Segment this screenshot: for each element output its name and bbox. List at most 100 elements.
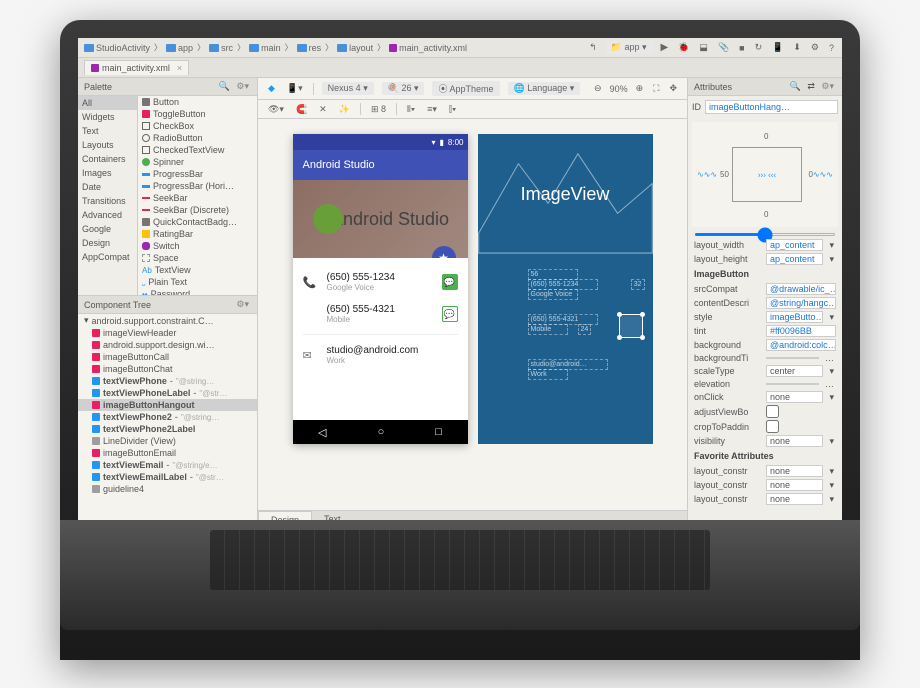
widget-seekbar-discrete[interactable]: SeekBar (Discrete) — [138, 204, 257, 216]
breadcrumb-item[interactable]: main_activity.xml — [389, 43, 467, 53]
header-image[interactable]: Android Studio ★ — [293, 180, 468, 258]
device-select[interactable]: Nexus 4 ▾ — [322, 82, 374, 95]
tree-item[interactable]: LineDivider (View) — [78, 435, 257, 447]
palette-cat-containers[interactable]: Containers — [78, 152, 137, 166]
api-select[interactable]: 🍭 26 ▾ — [382, 82, 425, 95]
fit-icon[interactable]: ⛶ — [651, 83, 661, 94]
margin-left[interactable]: 50 — [720, 170, 729, 179]
gear-icon[interactable]: ⚙▾ — [234, 299, 251, 310]
palette-cat-text[interactable]: Text — [78, 124, 137, 138]
tree-item[interactable]: android.support.design.wi… — [78, 339, 257, 351]
widget-radiobutton[interactable]: RadioButton — [138, 132, 257, 144]
tree-item[interactable]: imageButtonChat — [78, 363, 257, 375]
margin-bottom[interactable]: 0 — [764, 210, 768, 219]
zoom-out-icon[interactable]: ⊖ — [592, 83, 604, 94]
attr-checkbox[interactable] — [766, 405, 779, 418]
back-icon[interactable]: ◁ — [318, 426, 326, 439]
palette-cat-design[interactable]: Design — [78, 236, 137, 250]
guideline-icon[interactable]: ⫿▾ — [447, 104, 458, 115]
design-canvas[interactable]: ▾▮8:00 Android Studio Android Studio ★ 📞… — [258, 119, 687, 510]
sync-icon[interactable]: ↻ — [753, 42, 765, 53]
widget-seekbar[interactable]: SeekBar — [138, 192, 257, 204]
attr-value[interactable]: none — [766, 465, 823, 477]
breadcrumb-item[interactable]: StudioActivity — [84, 43, 150, 53]
tree-item[interactable]: textViewPhone2Label — [78, 423, 257, 435]
attr-value[interactable]: none — [766, 435, 823, 447]
infer-icon[interactable]: ✨ — [337, 104, 352, 115]
run-config-select[interactable]: 📁 app ▾ — [605, 41, 653, 54]
tree-item[interactable]: textViewPhoneLabel - "@str… — [78, 387, 257, 399]
attr-value[interactable]: none — [766, 479, 823, 491]
pack-icon[interactable]: ⫴▾ — [405, 104, 417, 115]
attr-value[interactable]: center — [766, 365, 823, 377]
attr-value[interactable]: ap_content — [766, 253, 823, 265]
default-margin-icon[interactable]: ⊞ 8 — [369, 104, 388, 115]
recents-icon[interactable]: □ — [435, 426, 442, 438]
breadcrumb-item[interactable]: main — [249, 43, 281, 53]
palette-cat-advanced[interactable]: Advanced — [78, 208, 137, 222]
attr-value[interactable]: ap_content — [766, 239, 823, 251]
attr-value[interactable]: imageButto… — [766, 311, 823, 323]
attr-value[interactable]: @android:colc… — [766, 339, 836, 351]
blueprint-view[interactable]: ImageView 56 (650) 555-1234 Google Voice… — [478, 134, 653, 444]
chat-button[interactable]: 💬 — [442, 274, 458, 290]
palette-cat-google[interactable]: Google — [78, 222, 137, 236]
widget-space[interactable]: Space — [138, 252, 257, 264]
widget-checkedtextview[interactable]: CheckedTextView — [138, 144, 257, 156]
help-icon[interactable]: ? — [827, 43, 836, 53]
device-preview[interactable]: ▾▮8:00 Android Studio Android Studio ★ 📞… — [293, 134, 468, 444]
view-options-icon[interactable]: 👁▾ — [266, 104, 286, 115]
palette-cat-transitions[interactable]: Transitions — [78, 194, 137, 208]
widget-quickcontact[interactable]: QuickContactBadg… — [138, 216, 257, 228]
sdk-icon[interactable]: ⬇ — [791, 42, 803, 53]
search-icon[interactable]: 🔍 — [217, 81, 232, 91]
tree-item[interactable]: imageButtonCall — [78, 351, 257, 363]
widget-progressbar[interactable]: ProgressBar — [138, 168, 257, 180]
widget-togglebutton[interactable]: ToggleButton — [138, 108, 257, 120]
fab-star[interactable]: ★ — [432, 246, 456, 258]
dropdown-icon[interactable]: ▾ — [827, 392, 836, 403]
widget-switch[interactable]: Switch — [138, 240, 257, 252]
close-icon[interactable]: × — [177, 63, 182, 73]
debug-icon[interactable]: 🐞 — [676, 42, 691, 53]
widget-password[interactable]: ••Password — [138, 288, 257, 295]
palette-cat-date[interactable]: Date — [78, 180, 137, 194]
language-select[interactable]: 🌐 Language ▾ — [508, 82, 581, 95]
run-icon[interactable]: ▶ — [659, 42, 671, 53]
widget-textview[interactable]: AbTextView — [138, 264, 257, 276]
bp-selected[interactable] — [619, 314, 643, 338]
tree-item[interactable]: guideline4 — [78, 483, 257, 495]
settings-icon[interactable]: ⚙ — [809, 42, 821, 53]
orientation-icon[interactable]: 📱▾ — [285, 83, 305, 94]
gear-icon[interactable]: ⚙▾ — [819, 81, 836, 91]
attr-value[interactable]: #ff0096BB — [766, 325, 836, 337]
constraint-box[interactable]: ››› ‹‹‹ — [732, 147, 802, 202]
breadcrumb-item[interactable]: app — [166, 43, 193, 53]
dropdown-icon[interactable]: ▾ — [827, 240, 836, 251]
dropdown-icon[interactable]: ▾ — [827, 494, 836, 505]
tree-item[interactable]: textViewPhone2 - "@string… — [78, 411, 257, 423]
attr-value[interactable]: @drawable/ic_… — [766, 283, 836, 295]
clear-constraints-icon[interactable]: ✕ — [317, 104, 329, 115]
palette-cat-all[interactable]: All — [78, 96, 137, 110]
hangout-button[interactable]: 💬 — [442, 306, 458, 322]
tree-item[interactable]: imageButtonEmail — [78, 447, 257, 459]
attach-icon[interactable]: 📎 — [716, 42, 731, 53]
attr-value[interactable]: none — [766, 391, 823, 403]
margin-right[interactable]: 0 — [809, 170, 813, 179]
tree-item[interactable]: textViewEmail - "@string/e… — [78, 459, 257, 471]
profile-icon[interactable]: ⬓ — [697, 42, 710, 53]
more-icon[interactable]: … — [823, 353, 836, 363]
constraint-widget[interactable]: ››› ‹‹‹ ∿∿∿ ∿∿∿ 50 0 0 0 — [692, 122, 838, 227]
stop-icon[interactable]: ■ — [737, 43, 746, 53]
tree-item[interactable]: textViewPhone - "@string… — [78, 375, 257, 387]
email-icon[interactable]: ✉ — [303, 349, 317, 362]
attr-value[interactable]: none — [766, 493, 823, 505]
home-icon[interactable]: ○ — [378, 426, 385, 438]
gear-icon[interactable]: ⚙▾ — [234, 81, 251, 91]
attr-value[interactable]: @string/hangc… — [766, 297, 836, 309]
theme-select[interactable]: ⦿ AppTheme — [432, 81, 499, 96]
attr-value[interactable] — [766, 383, 819, 385]
dropdown-icon[interactable]: ▾ — [827, 466, 836, 477]
widget-plaintext[interactable]: ⎵Plain Text — [138, 276, 257, 288]
